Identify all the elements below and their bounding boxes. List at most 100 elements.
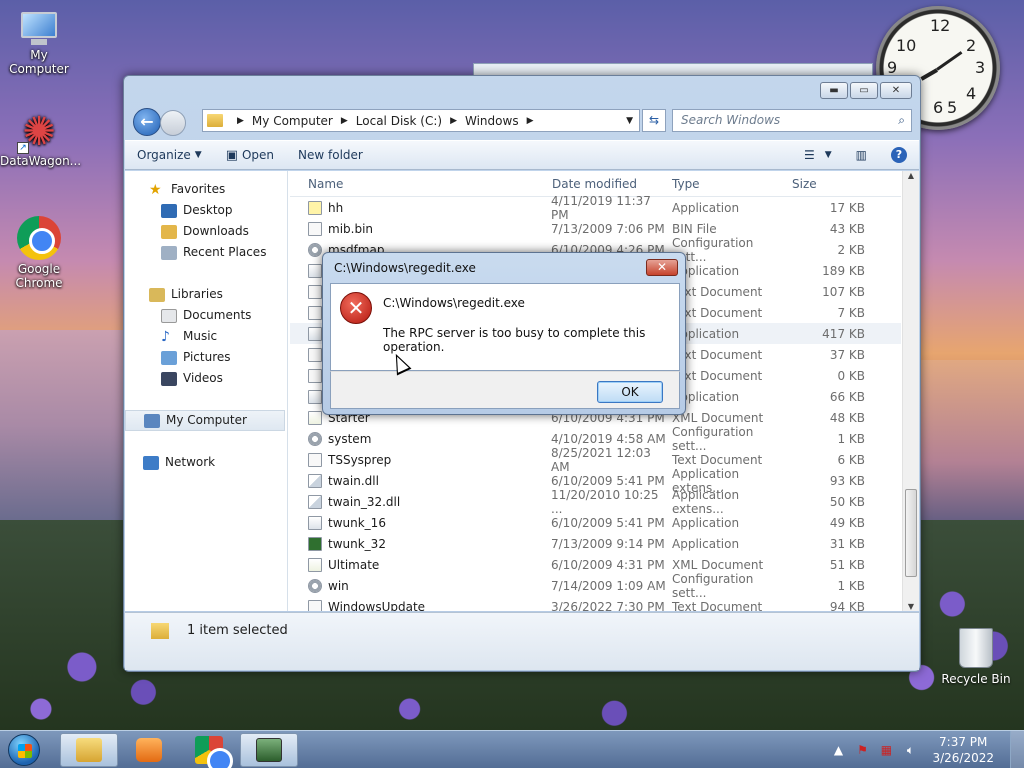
file-row[interactable]: TSSysprep 8/25/2021 12:03 AM Text Document… (290, 446, 901, 474)
search-placeholder: Search Windows (681, 113, 781, 127)
navigation-pane: ★ Favorites Desktop Downloads Recent Plac… (125, 171, 288, 611)
desktop-icon-recycle-bin[interactable]: Recycle Bin (940, 628, 1012, 686)
file-name-cell: Ultimate (290, 557, 550, 572)
file-date: 6/10/2009 5:41 PM (551, 515, 665, 530)
file-row[interactable]: twunk_32 7/13/2009 9:14 PM Application 31 K… (290, 533, 901, 554)
dialog-message: The RPC server is too busy to complete t… (383, 326, 646, 354)
videos-icon (161, 371, 177, 386)
chevron-down-icon: ▼ (194, 150, 202, 160)
breadcrumb-windows[interactable]: Windows (465, 114, 519, 128)
taskbar-media-player[interactable] (120, 733, 178, 767)
views-button[interactable]: ☰ ▼ (792, 148, 844, 162)
file-type: Application (672, 263, 740, 278)
nav-pictures[interactable]: Pictures (125, 347, 287, 368)
file-name-cell: WindowsUpdate (290, 599, 550, 611)
nav-label: Downloads (183, 224, 249, 238)
dialog-close-button[interactable]: ✕ (646, 259, 678, 276)
clock-number: 6 (933, 98, 944, 117)
organize-label: Organize (137, 148, 191, 162)
nav-libraries[interactable]: Libraries (125, 284, 287, 305)
desktop-icon-label: DataWagon... (0, 154, 82, 168)
help-button[interactable]: ? (879, 147, 919, 163)
clock-time: 7:37 PM (939, 734, 988, 749)
clock-number: 4 (966, 84, 977, 103)
nav-desktop[interactable]: Desktop (125, 200, 287, 221)
file-type-icon (308, 536, 322, 551)
open-button[interactable]: ▣ Open (214, 148, 286, 163)
nav-favorites[interactable]: ★ Favorites (125, 179, 287, 200)
file-row[interactable]: mib.bin 7/13/2009 7:06 PM BIN File 43 KB (290, 218, 901, 239)
file-row[interactable]: Ultimate 6/10/2009 4:31 PM XML Document 51 … (290, 554, 901, 575)
file-row[interactable]: WindowsUpdate 3/26/2022 7:30 PM Text Docum… (290, 596, 901, 611)
nav-recent-places[interactable]: Recent Places (125, 242, 287, 263)
file-type-icon (308, 305, 322, 320)
column-header-type[interactable]: Type (670, 177, 790, 191)
taskbar-clock[interactable]: 7:37 PM 3/26/2022 (932, 734, 994, 766)
file-row[interactable]: twunk_16 6/10/2009 5:41 PM Application 49 K… (290, 512, 901, 533)
file-row[interactable]: twain_32.dll 11/20/2010 10:25 ... Applicat… (290, 488, 901, 516)
nav-downloads[interactable]: Downloads (125, 221, 287, 242)
desktop-icon-my-computer[interactable]: My Computer (0, 10, 78, 76)
start-button[interactable] (0, 731, 44, 768)
file-type: Application (672, 389, 740, 404)
address-bar[interactable]: ▶ My Computer ▶ Local Disk (C:) ▶ Window… (202, 109, 640, 132)
nav-music[interactable]: ♪ Music (125, 326, 287, 347)
chevron-down-icon[interactable]: ▼ (626, 116, 633, 126)
network-status-icon[interactable]: ▦ (878, 742, 894, 758)
file-type-icon (308, 431, 322, 446)
refresh-button[interactable]: ⇆ (642, 109, 666, 132)
folder-icon (207, 114, 223, 127)
nav-documents[interactable]: Documents (125, 305, 287, 326)
column-header-date[interactable]: Date modified (550, 177, 670, 191)
file-type: Text Document (672, 599, 763, 612)
file-row[interactable]: hh 4/11/2019 11:37 PM Application 17 KB (290, 194, 901, 222)
action-center-icon[interactable]: ⚑ (854, 742, 870, 758)
media-player-icon (136, 737, 162, 762)
scroll-up-icon[interactable]: ▲ (903, 171, 919, 180)
documents-icon (161, 308, 177, 323)
show-hidden-icons-icon[interactable]: ▲ (830, 742, 846, 758)
pictures-icon (161, 350, 177, 365)
nav-label: Libraries (171, 287, 223, 301)
forward-button[interactable] (160, 110, 186, 136)
taskbar-explorer[interactable] (60, 732, 118, 767)
preview-pane-button[interactable]: ▥ (844, 148, 879, 162)
vertical-scrollbar[interactable]: ▲ ▼ (902, 171, 919, 611)
nav-videos[interactable]: Videos (125, 368, 287, 389)
file-name: mib.bin (328, 221, 374, 236)
file-size: 43 KB (829, 221, 865, 236)
minimize-button[interactable]: ▬ (820, 82, 848, 99)
search-input[interactable]: Search Windows ⌕ (672, 109, 912, 132)
show-desktop-button[interactable] (1010, 730, 1024, 768)
datawagon-icon: ✺ ↗ (17, 110, 61, 154)
computer-icon (144, 413, 160, 428)
wallpaper-lake-left (0, 330, 130, 520)
file-name-cell: twain_32.dll (290, 494, 550, 509)
organize-button[interactable]: Organize ▼ (125, 148, 214, 162)
chevron-down-icon: ▼ (824, 150, 832, 160)
new-folder-button[interactable]: New folder (286, 148, 375, 162)
column-header-name[interactable]: Name (290, 177, 550, 191)
scroll-down-icon[interactable]: ▼ (903, 602, 919, 611)
ok-button[interactable]: OK (597, 381, 663, 403)
close-button[interactable]: ✕ (880, 82, 912, 99)
file-type: Application (672, 200, 740, 215)
file-row[interactable]: win 7/14/2009 1:09 AM Configuration sett..… (290, 572, 901, 600)
breadcrumb-local-disk[interactable]: Local Disk (C:) (356, 114, 442, 128)
taskbar-app[interactable] (240, 732, 298, 767)
breadcrumb-my-computer[interactable]: My Computer (252, 114, 333, 128)
column-header-size[interactable]: Size (790, 177, 850, 191)
open-icon: ▣ (225, 147, 238, 163)
nav-network[interactable]: Network (125, 452, 287, 473)
file-name-cell: twain.dll (290, 473, 550, 488)
libraries-icon (149, 287, 165, 302)
scrollbar-thumb[interactable] (905, 489, 917, 577)
desktop-icon-datawagon[interactable]: ✺ ↗ DataWagon... (0, 110, 82, 168)
taskbar-chrome[interactable] (180, 733, 238, 768)
desktop-icon-google-chrome[interactable]: Google Chrome (0, 216, 78, 290)
volume-icon[interactable]: 🔈︎ (902, 742, 918, 758)
file-date: 7/13/2009 7:06 PM (551, 221, 665, 236)
nav-my-computer[interactable]: My Computer (125, 410, 285, 431)
maximize-button[interactable]: ▭ (850, 82, 878, 99)
back-button[interactable]: ← (133, 108, 161, 136)
